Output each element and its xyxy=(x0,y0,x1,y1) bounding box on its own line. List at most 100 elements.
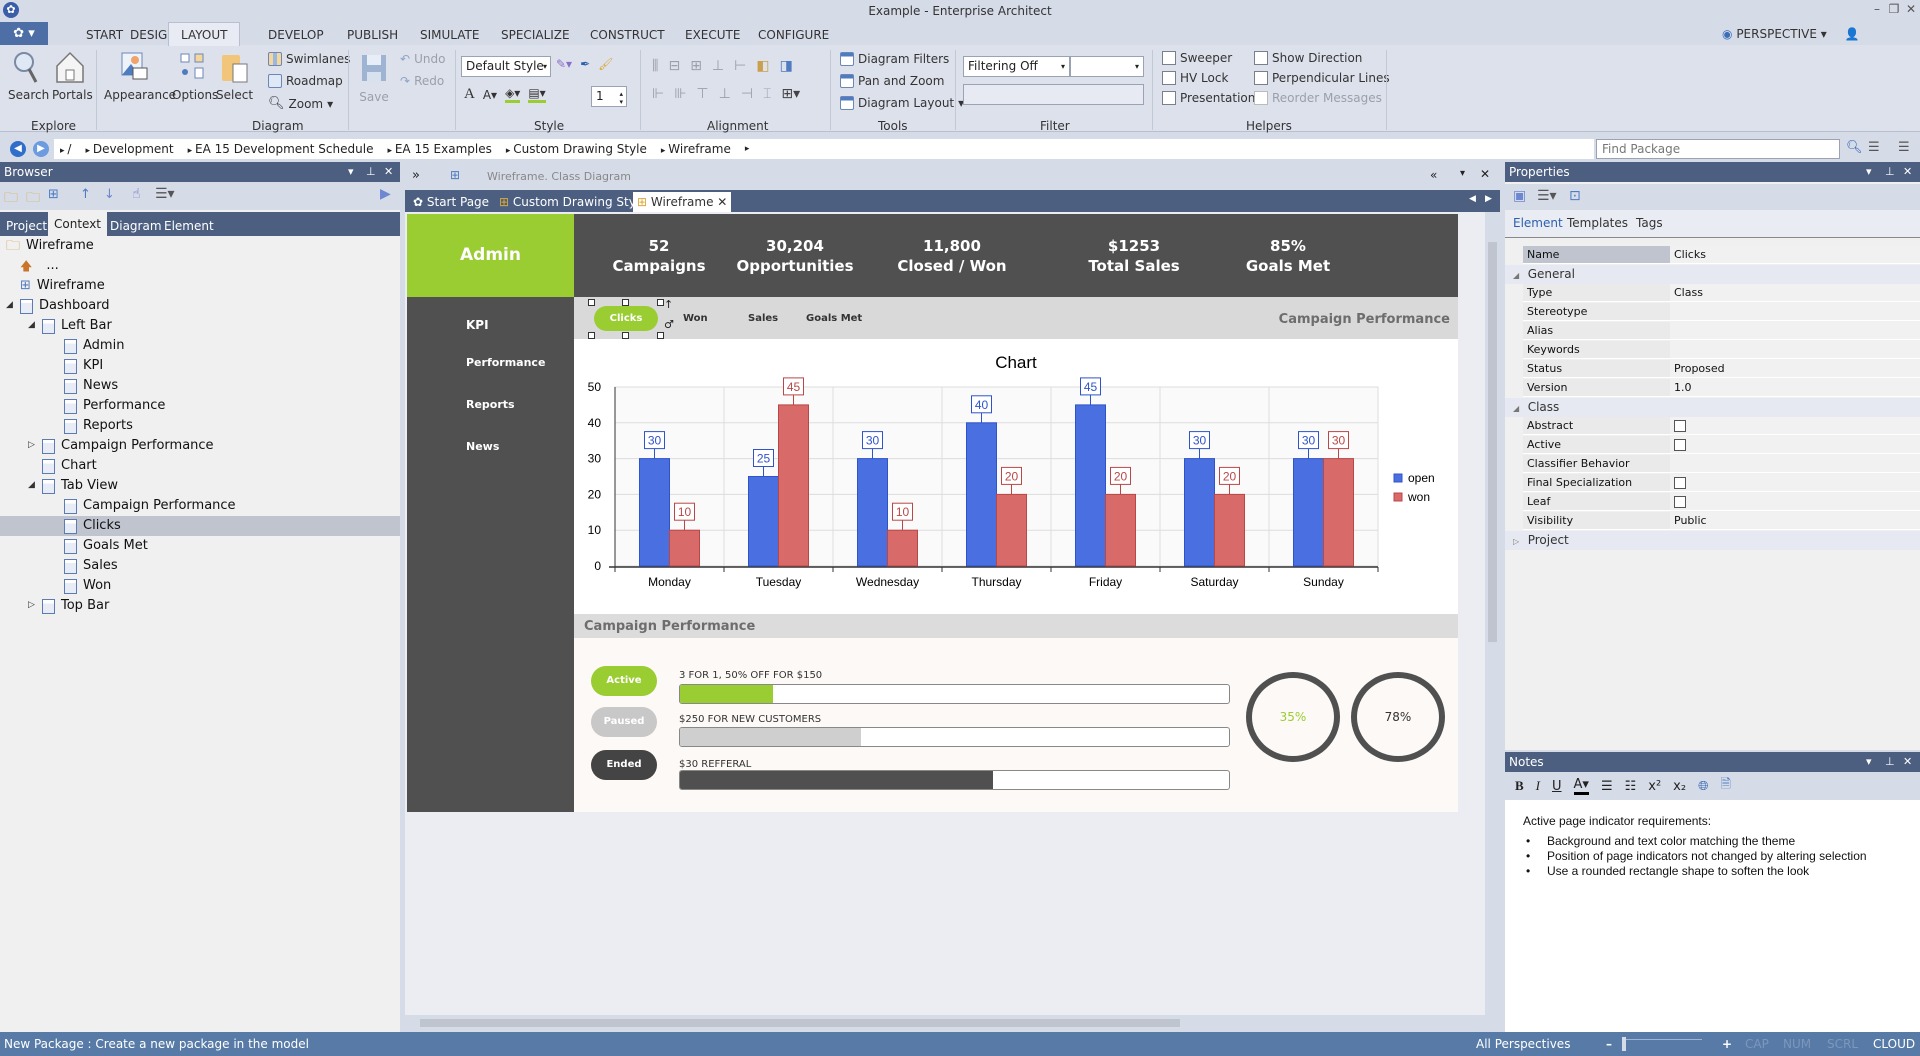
tree-item[interactable]: Campaign Performance xyxy=(42,436,214,456)
property-value[interactable] xyxy=(1670,455,1920,472)
close-window-button[interactable]: ✕ xyxy=(1902,2,1920,18)
style-select[interactable]: Default Style ▾ xyxy=(461,56,551,77)
wireframe-tab-won[interactable]: Won xyxy=(683,313,708,324)
property-row[interactable]: Type Class xyxy=(1523,284,1920,302)
italic-icon[interactable]: I xyxy=(1536,778,1540,794)
property-value[interactable] xyxy=(1670,474,1920,491)
tree-item[interactable]: Left Bar xyxy=(42,316,112,336)
property-value[interactable] xyxy=(1670,436,1920,453)
property-value[interactable]: Public xyxy=(1670,512,1920,529)
wireframe-nav-performance[interactable]: Performance xyxy=(466,356,545,369)
tree-item[interactable]: 🗀 Wireframe xyxy=(6,236,94,256)
close-panel-icon[interactable]: ✕ xyxy=(384,162,393,182)
ribbon-tab-execute[interactable]: EXECUTE xyxy=(685,26,740,45)
horizontal-scrollbar[interactable] xyxy=(405,1015,1500,1031)
fill-color-icon[interactable]: ◈▾ xyxy=(505,86,521,103)
tree-item[interactable]: Reports xyxy=(64,416,133,436)
ribbon-tab-specialize[interactable]: SPECIALIZE xyxy=(501,26,570,45)
property-row[interactable]: Abstract xyxy=(1523,417,1920,435)
chart-window-icon[interactable]: ⊡ xyxy=(1569,188,1581,204)
resize-handle[interactable] xyxy=(622,299,629,306)
wireframe-nav-news[interactable]: News xyxy=(466,440,499,453)
ribbon-tab-construct[interactable]: CONSTRUCT xyxy=(590,26,665,45)
perspective-button[interactable]: ◉ PERSPECTIVE ▾ 👤 xyxy=(1722,27,1860,41)
underline-icon[interactable]: U xyxy=(1552,779,1562,794)
property-checkbox[interactable] xyxy=(1674,496,1686,508)
property-section-class[interactable]: ◢ Class xyxy=(1505,398,1920,417)
panel-dropdown-icon[interactable]: ▾ xyxy=(1866,162,1872,182)
resize-handle[interactable] xyxy=(588,299,595,306)
redo-button[interactable]: ↷ Redo xyxy=(400,74,444,88)
ribbon-tab-simulate[interactable]: SIMULATE xyxy=(420,26,479,45)
property-value[interactable] xyxy=(1670,417,1920,434)
ribbon-tab-publish[interactable]: PUBLISH xyxy=(347,26,398,45)
properties-tab-tags[interactable]: Tags xyxy=(1636,216,1663,230)
pan-zoom-button[interactable]: Pan and Zoom xyxy=(840,74,944,88)
expand-icon[interactable]: ▷ xyxy=(28,600,35,610)
close-tab-icon[interactable]: ✕ xyxy=(713,195,727,209)
tree-item[interactable]: Admin xyxy=(64,336,124,356)
space-v-icon[interactable]: ⊥ xyxy=(719,86,731,102)
vertical-scrollbar[interactable] xyxy=(1485,212,1500,1017)
locate-icon[interactable]: ☝ xyxy=(132,186,141,202)
minimize-button[interactable]: – xyxy=(1868,2,1886,18)
collapse-icon[interactable]: ◢ xyxy=(1513,404,1522,413)
collapse-right-icon[interactable]: « xyxy=(1430,168,1437,182)
ribbon-tab-layout[interactable]: LAYOUT xyxy=(168,22,241,46)
wireframe-tab-sales[interactable]: Sales xyxy=(748,313,778,324)
search-button[interactable]: Search xyxy=(8,50,49,102)
wireframe-tab-clicks[interactable]: Clicks xyxy=(594,306,658,331)
property-value[interactable] xyxy=(1670,341,1920,358)
collapse-icon[interactable]: ◢ xyxy=(6,300,13,310)
tree-item[interactable]: Clicks xyxy=(64,516,121,536)
eyedropper-icon[interactable]: ✒ xyxy=(580,57,590,71)
undo-button[interactable]: ↶ Undo xyxy=(400,52,445,66)
wireframe-nav-reports[interactable]: Reports xyxy=(466,398,515,411)
reorder-messages-checkbox[interactable]: Reorder Messages xyxy=(1254,91,1382,105)
expand-right-icon[interactable]: ▶ xyxy=(380,186,391,202)
align-center-icon[interactable]: ⊟ xyxy=(668,58,680,74)
resize-handle[interactable] xyxy=(622,332,629,339)
line-color-icon[interactable]: ▤▾ xyxy=(528,86,546,103)
breadcrumb-item[interactable]: ▸ Wireframe xyxy=(661,142,731,156)
zoom-slider-thumb[interactable] xyxy=(1622,1037,1626,1051)
property-row[interactable]: Name Clicks xyxy=(1523,246,1920,264)
status-pill-active[interactable]: Active xyxy=(591,666,657,696)
doc-tab-custom-drawing-style[interactable]: ⊞ Custom Drawing Style xyxy=(495,192,651,212)
property-value[interactable]: Proposed xyxy=(1670,360,1920,377)
diagram-layout-button[interactable]: Diagram Layout ▾ xyxy=(840,96,964,110)
property-row[interactable]: Classifier Behavior xyxy=(1523,455,1920,473)
tree-item[interactable]: Campaign Performance xyxy=(64,496,236,516)
zoom-slider[interactable] xyxy=(1622,1039,1702,1040)
browser-tab-element[interactable]: Element xyxy=(158,216,220,236)
property-row[interactable]: Status Proposed xyxy=(1523,360,1920,378)
format-painter-icon[interactable]: ✎▾ xyxy=(556,57,572,71)
tree-item[interactable]: Chart xyxy=(42,456,97,476)
numbered-list-icon[interactable]: ☷ xyxy=(1625,779,1637,794)
show-direction-checkbox[interactable]: Show Direction xyxy=(1254,51,1362,65)
diagram-dropdown-icon[interactable]: ▾ xyxy=(1460,168,1465,179)
property-row[interactable]: Visibility Public xyxy=(1523,512,1920,530)
swimlanes-button[interactable]: Swimlanes xyxy=(268,52,350,66)
same-height-icon[interactable]: ⊢ xyxy=(734,58,746,74)
distribute-h-icon[interactable]: ⊣ xyxy=(741,86,753,102)
apply-style-icon[interactable]: 🖌︎ xyxy=(598,57,613,71)
notes-content[interactable]: Active page indicator requirements: Back… xyxy=(1523,814,1913,879)
kpi-opportunities[interactable]: 30,204 Opportunities xyxy=(720,236,870,276)
find-options-icon[interactable]: ☰ xyxy=(1868,140,1880,155)
breadcrumb-item[interactable]: ▸ EA 15 Development Schedule xyxy=(188,142,374,156)
wireframe-left-bar[interactable]: KPI Performance Reports News xyxy=(407,297,574,812)
expand-icon[interactable]: ▷ xyxy=(1513,537,1522,546)
kpi-closed-won[interactable]: 11,800 Closed / Won xyxy=(877,236,1027,276)
bring-forward-icon[interactable]: ◧ xyxy=(756,58,769,74)
forward-button[interactable]: ▶ xyxy=(33,141,49,157)
menu-icon[interactable]: ☰▾ xyxy=(1537,188,1557,204)
tab-scroll-left-icon[interactable]: ◀ xyxy=(1469,194,1476,204)
property-row[interactable]: Active xyxy=(1523,436,1920,454)
expand-icon[interactable]: ▷ xyxy=(28,440,35,450)
hv-lock-checkbox[interactable]: HV Lock xyxy=(1162,71,1228,85)
browser-tab-context[interactable]: Context xyxy=(48,212,108,236)
close-panel-icon[interactable]: ✕ xyxy=(1903,752,1912,772)
horizontal-scroll-thumb[interactable] xyxy=(420,1019,1180,1027)
same-width-icon[interactable]: ⊥ xyxy=(712,58,724,74)
